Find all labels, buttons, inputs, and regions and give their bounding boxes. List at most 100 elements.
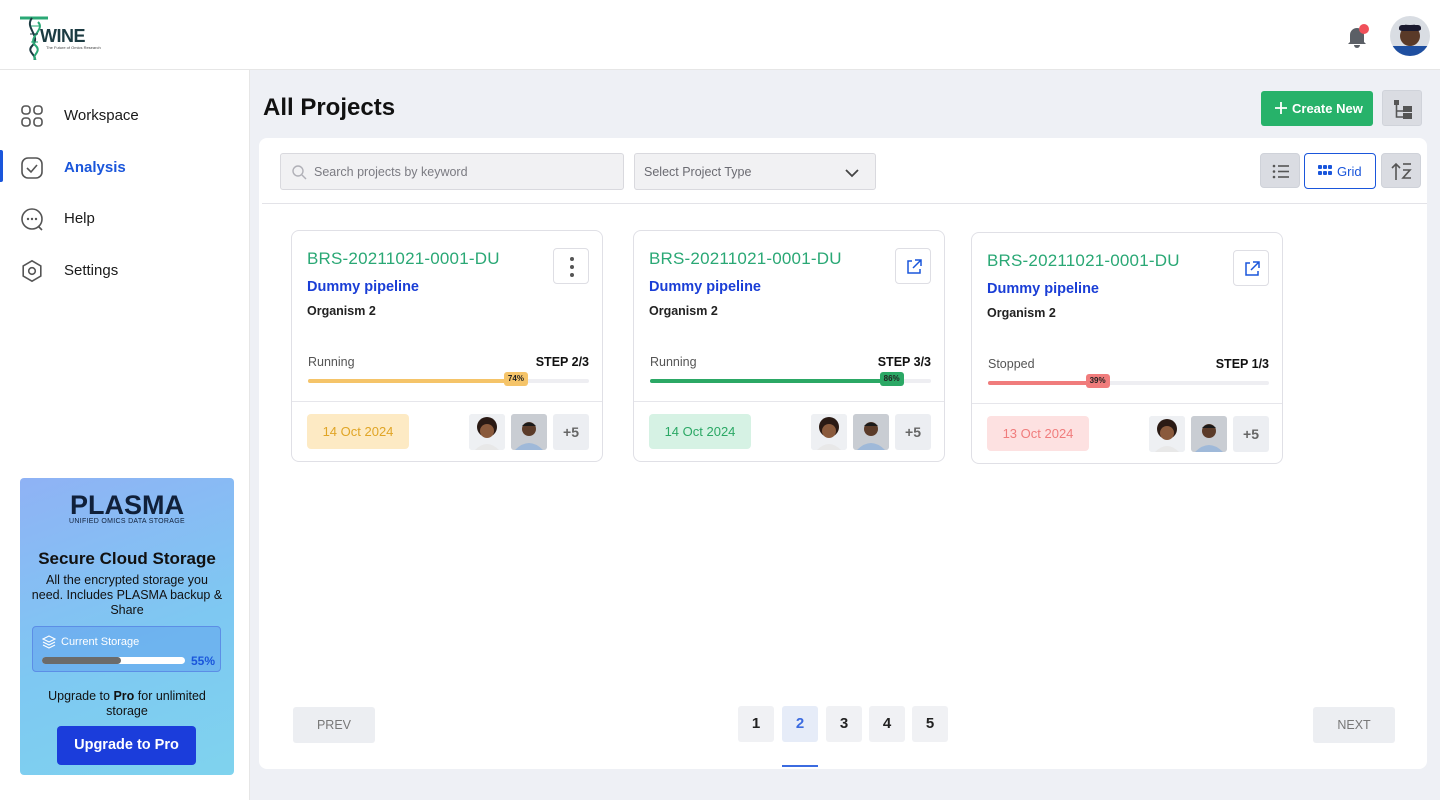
project-code: BRS-20211021-0001-DU (649, 249, 842, 268)
project-code: BRS-20211021-0001-DU (987, 251, 1180, 270)
project-pipeline: Dummy pipeline (649, 279, 761, 295)
promo-description: All the encrypted storage you need. Incl… (31, 573, 223, 617)
progress-fill (650, 379, 892, 383)
progress-percent-badge: 39% (1085, 374, 1110, 388)
project-step: STEP 3/3 (877, 355, 931, 369)
search-input[interactable]: Search projects by keyword (280, 153, 624, 190)
page-5-button[interactable]: 5 (912, 706, 948, 742)
projects-panel: Search projects by keyword Select Projec… (259, 138, 1427, 769)
open-project-button[interactable] (1233, 250, 1269, 286)
bell-icon (1348, 24, 1369, 48)
storage-progress-track (42, 657, 185, 664)
plasma-logo-subtitle: UNIFIED OMICS DATA STORAGE (69, 518, 185, 525)
storage-progress-fill (42, 657, 121, 664)
card-menu-button[interactable] (553, 248, 589, 284)
project-step: STEP 2/3 (535, 355, 589, 369)
member-avatar[interactable] (811, 414, 847, 450)
tree-structure-icon (1394, 100, 1412, 119)
more-members-badge[interactable]: +5 (895, 414, 931, 450)
user-avatar[interactable] (1390, 16, 1430, 56)
user-avatar-image (1390, 16, 1430, 56)
member-avatar-image (853, 414, 889, 450)
progress-track: 86% (650, 372, 931, 386)
sidebar-item-label: Analysis (64, 159, 126, 176)
promo-title: Secure Cloud Storage (38, 549, 216, 568)
card-divider (634, 401, 944, 402)
project-card[interactable]: BRS-20211021-0001-DU Dummy pipeline Orga… (633, 230, 945, 462)
member-avatar[interactable] (1149, 416, 1185, 452)
tree-view-button[interactable] (1382, 90, 1422, 126)
more-members-badge[interactable]: +5 (1233, 416, 1269, 452)
gear-icon (22, 259, 42, 283)
checkbox-icon (21, 157, 43, 179)
kebab-menu-icon (570, 257, 574, 277)
member-avatar-image (811, 414, 847, 450)
create-new-label: Create New (1292, 101, 1363, 116)
project-status: Stopped (988, 357, 1035, 371)
sort-button[interactable] (1381, 153, 1421, 188)
project-card[interactable]: BRS-20211021-0001-DU Dummy pipeline Orga… (971, 232, 1283, 464)
project-card[interactable]: BRS-20211021-0001-DU Dummy pipeline Orga… (291, 230, 603, 462)
help-chat-icon (21, 208, 43, 231)
progress-fill (988, 381, 1098, 385)
app-logo[interactable]: WINE The Future of Omics Research (18, 14, 101, 60)
progress-percent-badge: 74% (503, 372, 528, 386)
sidebar-item-help[interactable]: Help (0, 201, 250, 237)
project-pipeline: Dummy pipeline (987, 281, 1099, 297)
search-placeholder: Search projects by keyword (314, 165, 468, 179)
project-organism: Organism 2 (649, 304, 718, 318)
page-3-button[interactable]: 3 (826, 706, 862, 742)
project-code: BRS-20211021-0001-DU (307, 249, 500, 268)
upgrade-to-pro-button[interactable]: Upgrade to Pro (57, 726, 196, 765)
card-divider (972, 403, 1282, 404)
upgrade-prefix: Upgrade to (48, 689, 114, 703)
project-date-badge: 13 Oct 2024 (987, 416, 1089, 451)
project-date-badge: 14 Oct 2024 (307, 414, 409, 449)
storage-label: Current Storage (61, 636, 140, 648)
plasma-logo: PLASMA (70, 490, 184, 520)
project-status: Running (308, 355, 355, 369)
create-new-button[interactable]: Create New (1261, 91, 1373, 126)
top-bar: WINE The Future of Omics Research (0, 0, 1440, 70)
grid-view-button[interactable]: Grid (1304, 153, 1376, 189)
grid-icon (21, 105, 43, 127)
sort-icon (1391, 162, 1412, 180)
grid-view-label: Grid (1337, 164, 1362, 179)
member-avatar[interactable] (469, 414, 505, 450)
upgrade-plan: Pro (113, 689, 135, 703)
sidebar-item-workspace[interactable]: Workspace (0, 98, 250, 134)
search-icon (292, 165, 307, 180)
project-organism: Organism 2 (307, 304, 376, 318)
project-type-select[interactable]: Select Project Type (634, 153, 876, 190)
current-storage-box: Current Storage 55% (32, 626, 221, 672)
grid-view-icon (1318, 165, 1332, 175)
sidebar-item-label: Workspace (64, 107, 139, 124)
page-2-button[interactable]: 2 (782, 706, 818, 742)
sidebar-item-settings[interactable]: Settings (0, 253, 250, 289)
main-content: All Projects Create New Search projects … (250, 70, 1440, 800)
list-view-button[interactable] (1260, 153, 1300, 188)
sidebar-item-analysis[interactable]: Analysis (0, 150, 250, 186)
member-avatar-image (469, 414, 505, 450)
project-step: STEP 1/3 (1215, 357, 1269, 371)
list-icon (1272, 164, 1289, 179)
project-status: Running (650, 355, 697, 369)
member-avatar[interactable] (511, 414, 547, 450)
next-page-button[interactable]: NEXT (1313, 707, 1395, 743)
page-4-button[interactable]: 4 (869, 706, 905, 742)
member-avatar[interactable] (853, 414, 889, 450)
progress-fill (308, 379, 516, 383)
brand-name: WINE (40, 26, 86, 46)
plus-icon (1275, 102, 1287, 114)
member-avatar[interactable] (1191, 416, 1227, 452)
page-1-button[interactable]: 1 (738, 706, 774, 742)
member-avatar-image (1149, 416, 1185, 452)
notifications-button[interactable] (1343, 22, 1371, 50)
prev-page-button[interactable]: PREV (293, 707, 375, 743)
more-members-badge[interactable]: +5 (553, 414, 589, 450)
open-project-button[interactable] (895, 248, 931, 284)
card-divider (292, 401, 602, 402)
sidebar-item-label: Settings (64, 262, 119, 279)
project-pipeline: Dummy pipeline (307, 279, 419, 295)
project-organism: Organism 2 (987, 306, 1056, 320)
